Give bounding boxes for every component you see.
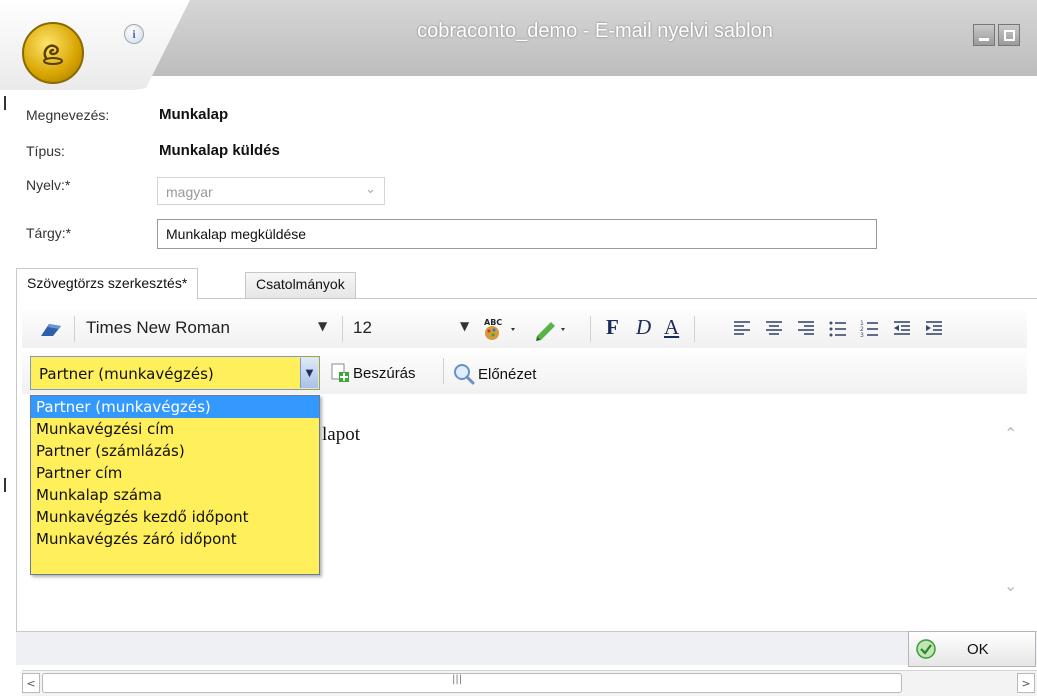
font-name-select[interactable]: Times New Roman <box>86 318 230 338</box>
language-select[interactable]: magyar ⌄ <box>157 177 385 205</box>
dropdown-option[interactable]: Partner cím <box>31 462 319 484</box>
checkmark-icon <box>916 639 936 659</box>
dropdown-option[interactable]: Munkalap száma <box>31 484 319 506</box>
numbered-list-icon[interactable]: 123 <box>858 318 882 340</box>
scroll-up-icon[interactable]: ⌃ <box>1004 424 1017 443</box>
type-value: Munkalap küldés <box>159 142 280 159</box>
editor-body-text[interactable]: lapot <box>322 424 360 446</box>
dropdown-option[interactable]: Munkavégzés záró időpont <box>31 528 319 550</box>
bold-button[interactable]: F <box>606 315 619 340</box>
spellcheck-icon[interactable]: ABC <box>480 316 520 342</box>
dropdown-option[interactable]: Partner (számlázás) <box>31 440 319 462</box>
tab-attachments[interactable]: Csatolmányok <box>245 272 356 299</box>
align-left-icon[interactable] <box>730 318 754 340</box>
footer-bar <box>16 631 1037 665</box>
window-title: cobraconto_demo - E-mail nyelvi sablon <box>417 20 773 42</box>
insert-button[interactable]: Beszúrás <box>330 363 416 383</box>
preview-button[interactable]: Előnézet <box>453 363 536 385</box>
field-select-value: Partner (munkavégzés) <box>39 365 214 383</box>
bullet-list-icon[interactable] <box>826 318 850 340</box>
dropdown-option[interactable]: Partner (munkavégzés) <box>31 396 319 418</box>
cobra-icon <box>43 44 63 65</box>
grip-icon: ||| <box>452 674 463 685</box>
highlighter-icon[interactable] <box>533 316 573 342</box>
scroll-down-icon[interactable]: ⌄ <box>1004 576 1017 595</box>
chevron-down-icon: ⌄ <box>365 182 376 197</box>
name-label: Megnevezés: <box>26 107 110 123</box>
ok-button[interactable]: OK <box>908 631 1036 667</box>
scroll-left-icon[interactable]: < <box>22 673 40 693</box>
minimize-icon <box>979 37 989 41</box>
scrollbar-thumb[interactable] <box>42 673 902 693</box>
dropdown-option[interactable]: Munkavégzési cím <box>31 418 319 440</box>
field-dropdown-list: Partner (munkavégzés) Munkavégzési cím P… <box>30 395 320 575</box>
type-label: Típus: <box>26 143 65 159</box>
language-value: magyar <box>166 184 213 200</box>
tab-body-editor[interactable]: Szövegtörzs szerkesztés* <box>16 268 199 300</box>
maximize-button[interactable] <box>998 24 1020 46</box>
font-size-dropdown-icon[interactable]: ▼ <box>460 319 469 333</box>
magnifier-icon <box>454 364 475 385</box>
scroll-right-icon[interactable]: > <box>1017 673 1035 693</box>
name-value: Munkalap <box>159 106 229 123</box>
font-size-select[interactable]: 12 <box>353 318 372 338</box>
subject-input[interactable]: Munkalap megküldése <box>157 219 877 249</box>
info-icon[interactable]: i <box>124 24 144 44</box>
title-bar: i cobraconto_demo - E-mail nyelvi sablon <box>0 0 1037 92</box>
indent-icon[interactable] <box>922 318 946 340</box>
maximize-icon <box>1003 29 1015 41</box>
language-label: Nyelv:* <box>26 177 71 193</box>
app-logo-icon[interactable] <box>22 22 84 84</box>
align-right-icon[interactable] <box>794 318 818 340</box>
align-center-icon[interactable] <box>762 318 786 340</box>
dropdown-arrow-icon[interactable]: ▼ <box>300 358 318 388</box>
paint-brush-icon[interactable] <box>38 318 64 340</box>
field-select[interactable]: Partner (munkavégzés) ▼ <box>30 356 320 390</box>
outdent-icon[interactable] <box>890 318 914 340</box>
insert-icon <box>331 363 349 382</box>
minimize-button[interactable] <box>973 24 995 46</box>
font-name-dropdown-icon[interactable]: ▼ <box>318 319 327 333</box>
horizontal-scrollbar[interactable]: < ||| > <box>22 670 1037 696</box>
italic-button[interactable]: D <box>636 315 651 340</box>
subject-label: Tárgy:* <box>26 225 72 241</box>
svg-text:ABC: ABC <box>484 318 502 327</box>
svg-text:3: 3 <box>860 332 864 338</box>
dropdown-option[interactable]: Munkavégzés kezdő időpont <box>31 506 319 528</box>
underline-button[interactable]: A <box>664 315 679 340</box>
